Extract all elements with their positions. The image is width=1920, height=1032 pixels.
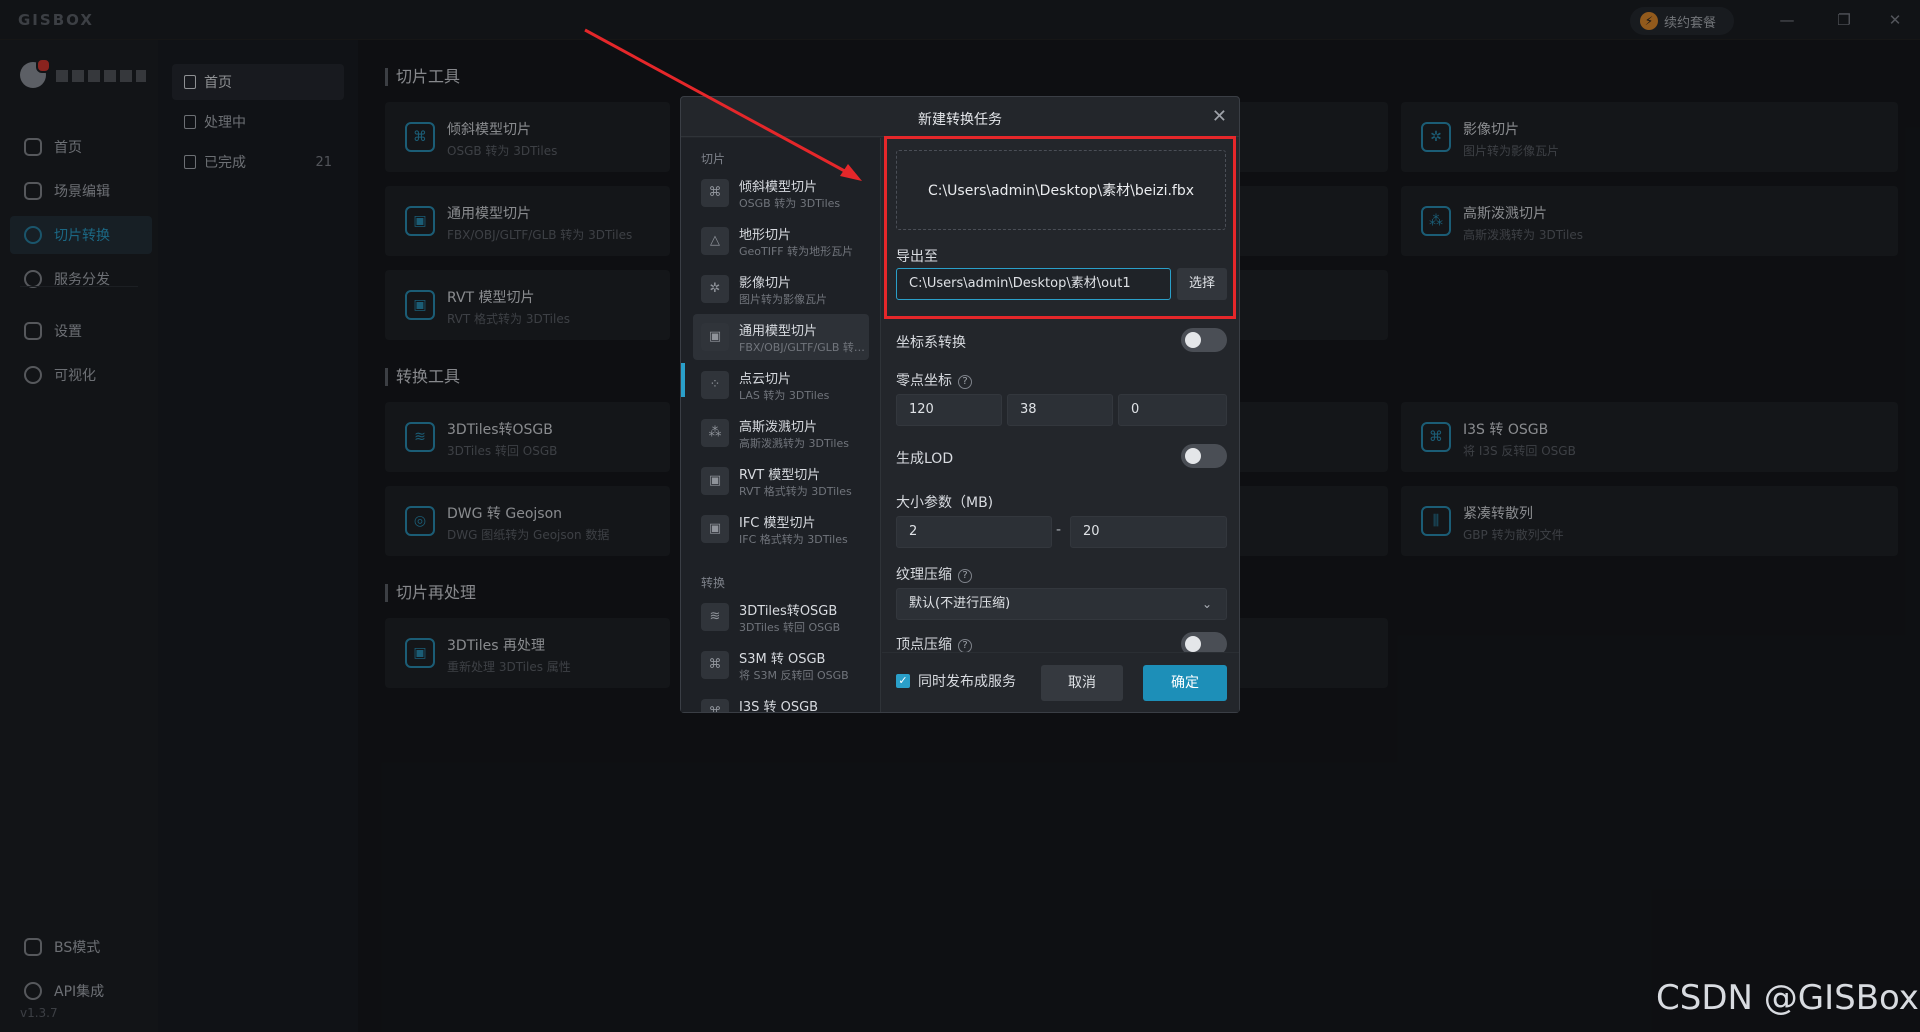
active-indicator xyxy=(681,363,685,397)
vertex-label: 顶点压缩 xyxy=(896,637,952,653)
size-label: 大小参数（MB) xyxy=(896,495,994,511)
task-item-desc: LAS 转为 3DTiles xyxy=(739,389,830,402)
layers-icon: ≋ xyxy=(701,603,729,631)
group-label-slice: 切片 xyxy=(701,152,726,166)
help-icon[interactable]: ? xyxy=(958,375,972,389)
terrain-icon: △ xyxy=(701,227,729,255)
s3m-icon: ⌘ xyxy=(701,651,729,679)
lod-label: 生成LOD xyxy=(896,451,954,467)
task-item-gaussian[interactable]: ⁂ 高斯泼溅切片 高斯泼溅转为 3DTiles xyxy=(693,410,869,456)
task-item-name: I3S 转 OSGB xyxy=(739,700,819,712)
oblique-model-icon: ⌘ xyxy=(701,179,729,207)
crs-toggle[interactable] xyxy=(1181,328,1227,352)
task-item-desc: GeoTIFF 转为地形瓦片 xyxy=(739,245,854,258)
task-item-desc: 3DTiles 转回 OSGB xyxy=(739,621,841,634)
task-item-desc: FBX/OBJ/GLTF/GLB 转为 3DTiles xyxy=(739,341,865,354)
size-max-input[interactable]: 20 xyxy=(1070,516,1227,548)
task-item-name: S3M 转 OSGB xyxy=(739,652,826,667)
task-item-oblique[interactable]: ⌘ 倾斜模型切片 OSGB 转为 3DTiles xyxy=(693,170,869,216)
dialog-header: 新建转换任务 ✕ xyxy=(681,97,1239,137)
task-item-name: 地形切片 xyxy=(739,228,792,243)
task-item-ifc[interactable]: ▣ IFC 模型切片 IFC 格式转为 3DTiles xyxy=(693,506,869,552)
close-icon[interactable]: ✕ xyxy=(1212,106,1227,127)
task-item-desc: IFC 格式转为 3DTiles xyxy=(739,533,848,546)
task-item-desc: OSGB 转为 3DTiles xyxy=(739,197,841,210)
lod-toggle[interactable] xyxy=(1181,444,1227,468)
task-item-name: RVT 模型切片 xyxy=(739,468,821,483)
task-item-pointcloud[interactable]: ⁘ 点云切片 LAS 转为 3DTiles xyxy=(693,362,869,408)
task-item-desc: 将 S3M 反转回 OSGB xyxy=(739,669,849,682)
task-item-general-model[interactable]: ▣ 通用模型切片 FBX/OBJ/GLTF/GLB 转为 3DTiles xyxy=(693,314,869,360)
task-item-desc: RVT 格式转为 3DTiles xyxy=(739,485,852,498)
i3s-icon: ⌘ xyxy=(701,699,729,712)
size-separator: - xyxy=(1056,522,1062,538)
task-item-name: 高斯泼溅切片 xyxy=(739,420,818,435)
origin-x-input[interactable]: 120 xyxy=(896,394,1002,426)
texture-label-row: 纹理压缩? xyxy=(896,564,972,584)
publish-checkbox[interactable]: ✓ xyxy=(896,674,910,688)
splat-icon: ⁂ xyxy=(701,419,729,447)
confirm-button[interactable]: 确定 xyxy=(1143,665,1227,701)
satellite-icon: ✲ xyxy=(701,275,729,303)
publish-label[interactable]: 同时发布成服务 xyxy=(918,671,1016,691)
task-item-terrain[interactable]: △ 地形切片 GeoTIFF 转为地形瓦片 xyxy=(693,218,869,264)
origin-label-row: 零点坐标? xyxy=(896,370,972,390)
group-label-convert: 转换 xyxy=(701,576,726,590)
vertex-label-row: 顶点压缩? xyxy=(896,634,972,654)
task-item-name: 倾斜模型切片 xyxy=(739,180,818,195)
cancel-button[interactable]: 取消 xyxy=(1041,665,1123,701)
task-item-name: 点云切片 xyxy=(739,372,792,387)
task-item-3dtiles-osgb[interactable]: ≋ 3DTiles转OSGB 3DTiles 转回 OSGB xyxy=(693,594,869,640)
task-item-name: 3DTiles转OSGB xyxy=(739,604,838,619)
help-icon[interactable]: ? xyxy=(958,639,972,653)
cube-icon: ▣ xyxy=(701,323,729,351)
task-item-desc: 图片转为影像瓦片 xyxy=(739,293,827,306)
dialog-title: 新建转换任务 xyxy=(918,112,1002,128)
task-item-name: IFC 模型切片 xyxy=(739,516,816,531)
origin-label: 零点坐标 xyxy=(896,373,952,389)
texture-value: 默认(不进行压缩) xyxy=(909,596,1011,611)
crs-label: 坐标系转换 xyxy=(896,335,966,351)
task-item-desc: 高斯泼溅转为 3DTiles xyxy=(739,437,849,450)
task-item-name: 通用模型切片 xyxy=(739,324,818,339)
help-icon[interactable]: ? xyxy=(958,569,972,583)
origin-y-input[interactable]: 38 xyxy=(1007,394,1113,426)
task-item-imagery[interactable]: ✲ 影像切片 图片转为影像瓦片 xyxy=(693,266,869,312)
size-min-input[interactable]: 2 xyxy=(896,516,1052,548)
task-item-i3s[interactable]: ⌘ I3S 转 OSGB xyxy=(693,690,869,712)
cube-icon: ▣ xyxy=(701,515,729,543)
texture-label: 纹理压缩 xyxy=(896,567,952,583)
dialog-footer: ✓ 同时发布成服务 取消 确定 xyxy=(882,652,1239,712)
pointcloud-icon: ⁘ xyxy=(701,371,729,399)
watermark: CSDN @GISBox xyxy=(1656,978,1919,1018)
chevron-down-icon: ⌄ xyxy=(1201,597,1212,611)
task-type-list: 切片 ⌘ 倾斜模型切片 OSGB 转为 3DTiles △ 地形切片 GeoTI… xyxy=(681,138,881,712)
highlight-box xyxy=(884,136,1236,319)
origin-z-input[interactable]: 0 xyxy=(1118,394,1227,426)
task-item-rvt[interactable]: ▣ RVT 模型切片 RVT 格式转为 3DTiles xyxy=(693,458,869,504)
task-item-s3m[interactable]: ⌘ S3M 转 OSGB 将 S3M 反转回 OSGB xyxy=(693,642,869,688)
task-item-name: 影像切片 xyxy=(739,276,792,291)
cube-icon: ▣ xyxy=(701,467,729,495)
texture-select[interactable]: 默认(不进行压缩) ⌄ xyxy=(896,588,1227,620)
